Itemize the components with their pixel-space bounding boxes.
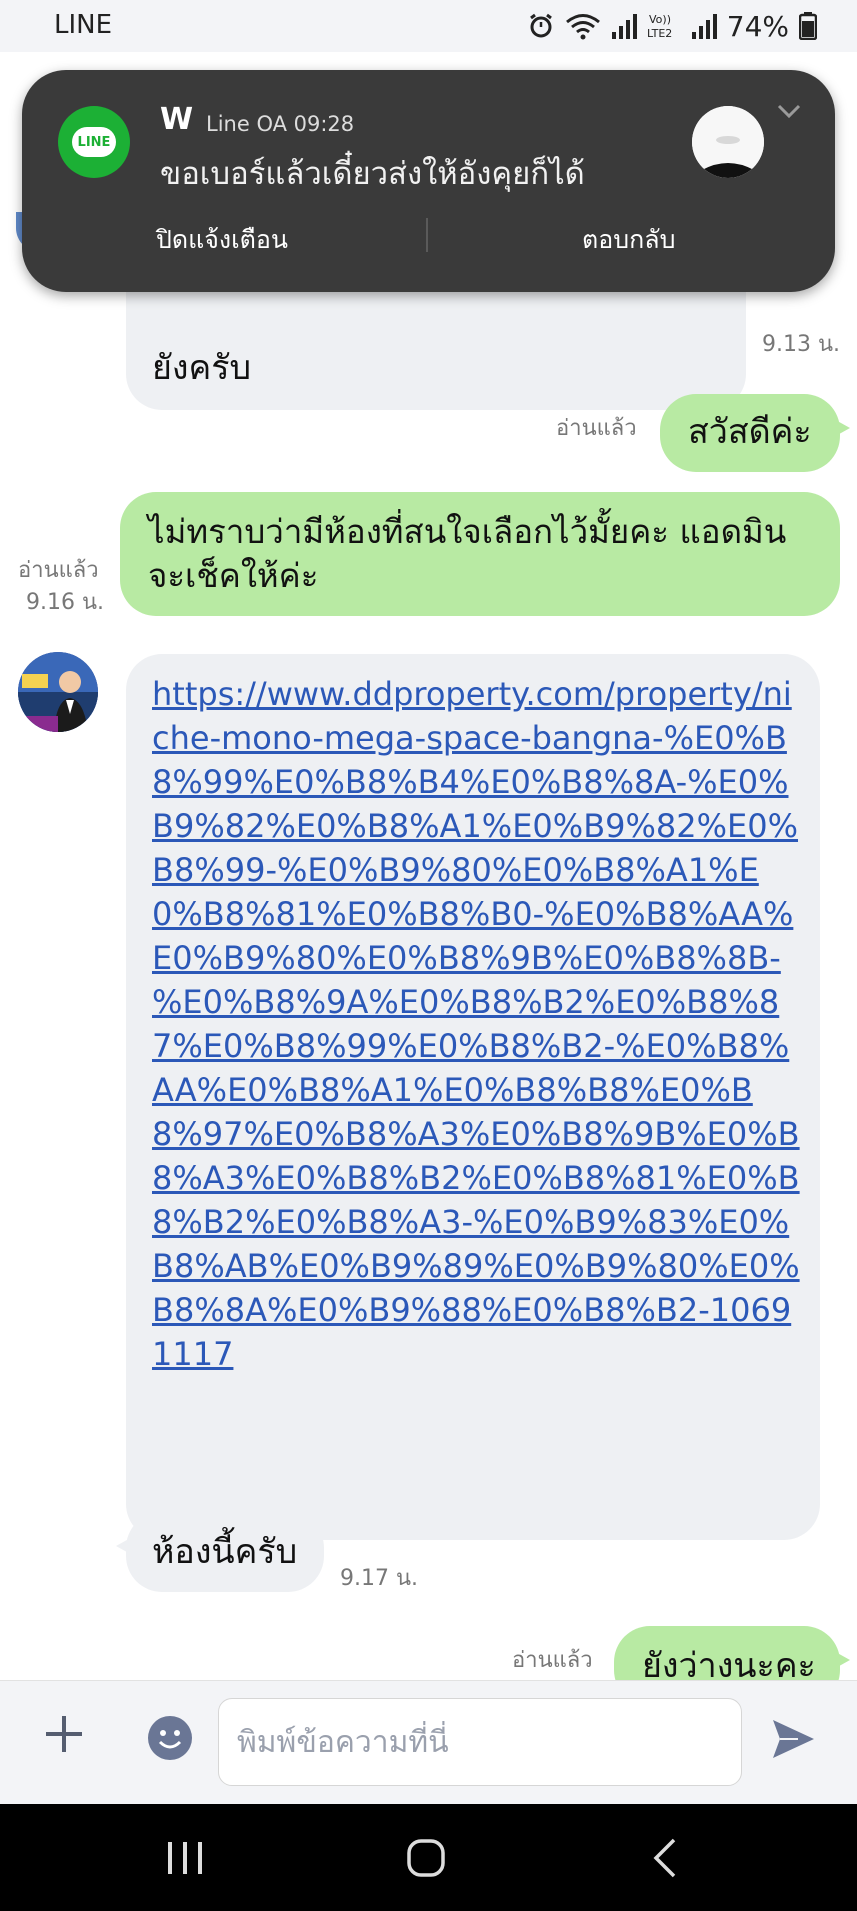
- read-receipt: อ่านแล้ว: [18, 558, 99, 583]
- message-text: ยังว่างนะคะ: [642, 1646, 816, 1680]
- signal-icon-2: [691, 14, 717, 39]
- plus-icon[interactable]: [44, 1714, 84, 1754]
- line-logo: LINE: [72, 127, 116, 157]
- read-receipt: อ่านแล้ว: [512, 1648, 593, 1673]
- message-time: 9.17 น.: [340, 1566, 419, 1591]
- message-time: 9.16 น.: [26, 590, 105, 615]
- action-divider: [426, 218, 428, 252]
- read-receipt: อ่านแล้ว: [556, 416, 637, 441]
- incoming-link-message[interactable]: https://www.ddproperty.com/property/nich…: [126, 654, 820, 1540]
- alarm-icon: [529, 13, 552, 38]
- notification-sender: W: [160, 102, 194, 137]
- status-icons: Vo)) LTE2 74%: [527, 6, 817, 46]
- svg-text:LTE2: LTE2: [647, 27, 672, 40]
- message-text-line-1: ไม่ทราบว่ามีห้องที่สนใจเลือกไว้มั้ยคะ แอ…: [148, 512, 787, 551]
- send-icon[interactable]: [770, 1716, 816, 1762]
- message-text-line-2: จะเช็คให้ค่ะ: [148, 556, 319, 595]
- back-icon[interactable]: [652, 1838, 678, 1878]
- battery-icon: [799, 12, 817, 40]
- reply-button[interactable]: ตอบกลับ: [582, 220, 675, 260]
- status-app-name: LINE: [54, 10, 113, 40]
- outgoing-message[interactable]: ยังว่างนะคะ: [614, 1626, 850, 1680]
- battery-percentage: 74%: [726, 9, 789, 43]
- notification-card[interactable]: LINE W Line OA 09:28 ขอเบอร์แล้วเดี๋ยวส่…: [22, 70, 835, 292]
- property-link[interactable]: https://www.ddproperty.com/property/nich…: [152, 675, 800, 1373]
- svg-text:Vo)): Vo)): [649, 13, 671, 26]
- volte-icon: Vo))LTE2: [647, 13, 672, 40]
- outgoing-message[interactable]: ไม่ทราบว่ามีห้องที่สนใจเลือกไว้มั้ยคะ แอ…: [120, 492, 840, 616]
- chat-area[interactable]: ยังครับ 9.13 น. อ่านแล้ว สวัสดีค่ะ อ่านแ…: [0, 52, 857, 1680]
- notification-message: ขอเบอร์แล้วเดี๋ยวส่งให้อังคุยก็ได้: [160, 156, 585, 192]
- signal-icon: [611, 14, 637, 39]
- message-text: ห้องนี้ครับ: [152, 1532, 298, 1572]
- message-time: 9.13 น.: [762, 332, 841, 357]
- message-text: สวัสดีค่ะ: [688, 412, 812, 452]
- dismiss-notification-button[interactable]: ปิดแจ้งเตือน: [156, 220, 288, 260]
- message-text: ยังครับ: [152, 348, 252, 388]
- avatar[interactable]: [18, 652, 98, 732]
- chevron-down-icon[interactable]: [774, 96, 804, 126]
- emoji-icon[interactable]: [148, 1716, 192, 1760]
- incoming-message[interactable]: ห้องนี้ครับ: [116, 1512, 324, 1592]
- wifi-icon: [565, 14, 600, 40]
- line-app-icon: LINE: [58, 106, 130, 178]
- avatar-image: [18, 652, 98, 732]
- outgoing-message[interactable]: สวัสดีค่ะ: [660, 394, 850, 472]
- notification-source: Line OA 09:28: [206, 112, 355, 136]
- message-input[interactable]: [218, 1698, 742, 1786]
- home-icon[interactable]: [406, 1838, 446, 1878]
- sender-avatar: [692, 106, 764, 178]
- recent-apps-icon[interactable]: [166, 1840, 204, 1876]
- system-nav-bar: [0, 1804, 857, 1911]
- link-container: https://www.ddproperty.com/property/nich…: [152, 672, 802, 1376]
